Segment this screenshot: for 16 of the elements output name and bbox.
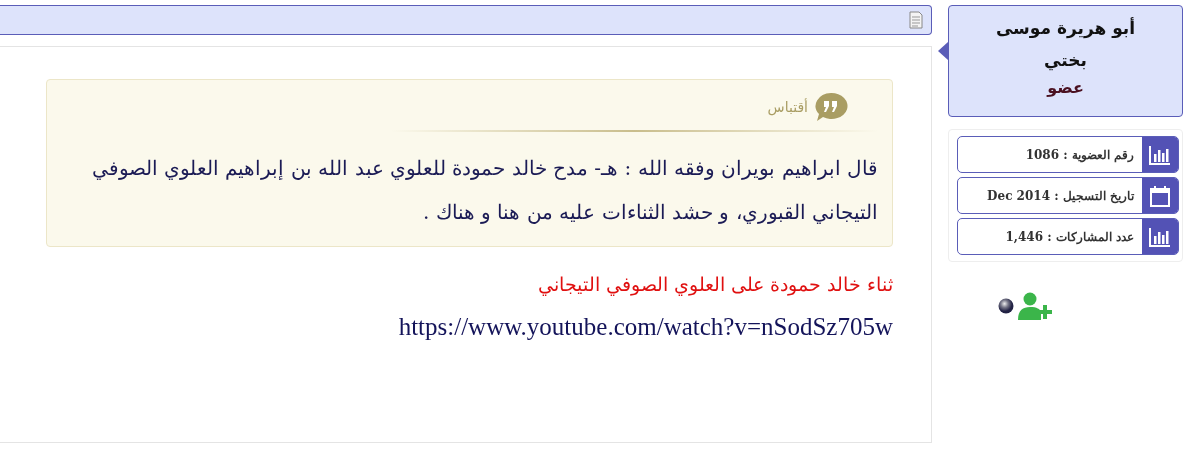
quote-icon — [814, 92, 848, 122]
stat-text: تاريخ التسجيل : Dec 2014 — [986, 188, 1136, 203]
add-user-icon[interactable] — [1017, 292, 1054, 320]
quote-label: أقتباس — [767, 99, 808, 115]
video-link[interactable]: https://www.youtube.com/watch?v=nSodSz705w — [46, 313, 893, 341]
bar-chart-icon — [1149, 226, 1171, 247]
post-title: ثناء خالد حمودة على العلوي الصوفي التيجاني — [536, 273, 893, 295]
calendar-icon — [1150, 184, 1170, 207]
stat-text: رقم العضوية : 1086 — [1024, 147, 1135, 162]
username[interactable]: أبو هريرة موسى بختي — [953, 12, 1178, 76]
bar-chart-icon — [1149, 144, 1171, 165]
stat-text: عدد المشاركات : 1,446 — [1004, 229, 1135, 244]
status-orb-icon — [997, 298, 1014, 314]
user-role: عضو — [1045, 77, 1085, 99]
quote-text: قال ابراهيم بويران وفقه الله : هـ- مدح خالد حمودة للعلوي عبد الله بن إبراهيم العلوي الصوفي التيجاني القبوري، و حشد الثناءات عليه من هنا و هناك . — [90, 155, 878, 226]
document-icon — [909, 11, 923, 29]
